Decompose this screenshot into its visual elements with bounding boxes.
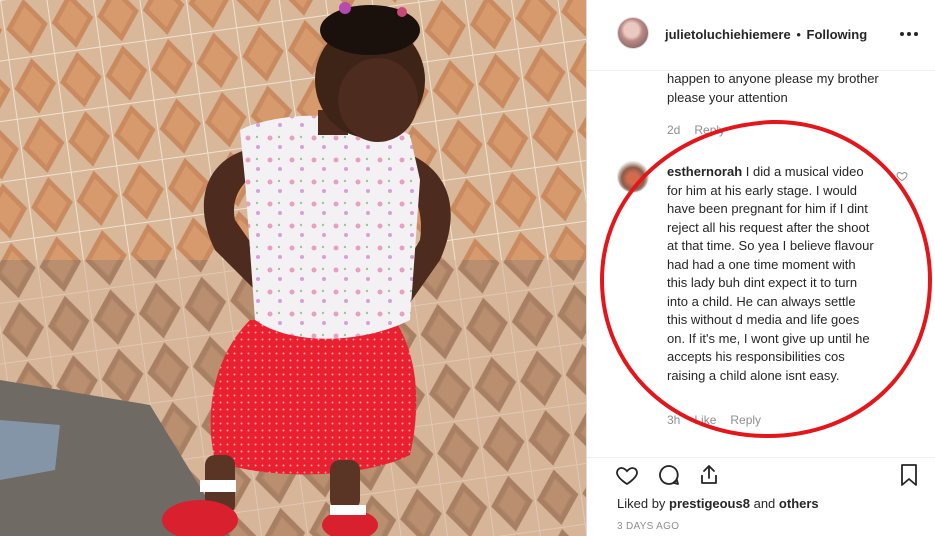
bookmark-save-icon[interactable]	[897, 463, 921, 487]
author-username[interactable]: julietoluchiehiemere	[665, 27, 791, 42]
post-side-panel: julietoluchiehiemere • Following happen …	[587, 0, 935, 536]
like-comment-heart-icon[interactable]	[896, 170, 908, 182]
author-avatar[interactable]	[617, 17, 649, 49]
comment-meta: 3h Like Reply	[667, 413, 775, 427]
reply-button[interactable]: Reply	[730, 413, 761, 427]
comment-text: I did a musical video for him at his ear…	[667, 164, 874, 383]
toddler-photo-image	[0, 0, 586, 536]
comment-text: happen to anyone please my brother pleas…	[667, 71, 879, 105]
reply-button[interactable]: Reply	[694, 123, 725, 137]
more-options-icon[interactable]	[899, 26, 919, 42]
comment-body: esthernorah I did a musical video for hi…	[667, 163, 879, 385]
post-actions: Liked by prestigeous8 and others 3 DAYS …	[587, 457, 935, 536]
follow-status-button[interactable]: Following	[807, 27, 868, 42]
share-upload-icon[interactable]	[697, 463, 721, 487]
post-photo[interactable]	[0, 0, 586, 536]
post-date[interactable]: 3 DAYS AGO	[617, 521, 679, 532]
liked-by-user-link[interactable]: prestigeous8	[669, 496, 750, 511]
commenter-username[interactable]: esthernorah	[667, 164, 742, 179]
author-line: julietoluchiehiemere • Following	[665, 27, 867, 42]
comments-list[interactable]: happen to anyone please my brother pleas…	[587, 71, 935, 457]
post-header: julietoluchiehiemere • Following	[587, 0, 935, 71]
separator-dot: •	[796, 27, 801, 42]
liked-by-line: Liked by prestigeous8 and others	[617, 496, 819, 511]
comment-meta: 2d Reply	[667, 123, 739, 137]
liked-by-and: and	[753, 496, 776, 511]
commenter-avatar[interactable]	[617, 161, 649, 193]
comment-time[interactable]: 2d	[667, 123, 680, 137]
like-heart-icon[interactable]	[615, 463, 639, 487]
like-button[interactable]: Like	[694, 413, 716, 427]
comment-bubble-icon[interactable]	[657, 463, 681, 487]
comment-time[interactable]: 3h	[667, 413, 680, 427]
liked-by-others-link[interactable]: others	[779, 496, 819, 511]
liked-by-prefix: Liked by	[617, 496, 666, 511]
